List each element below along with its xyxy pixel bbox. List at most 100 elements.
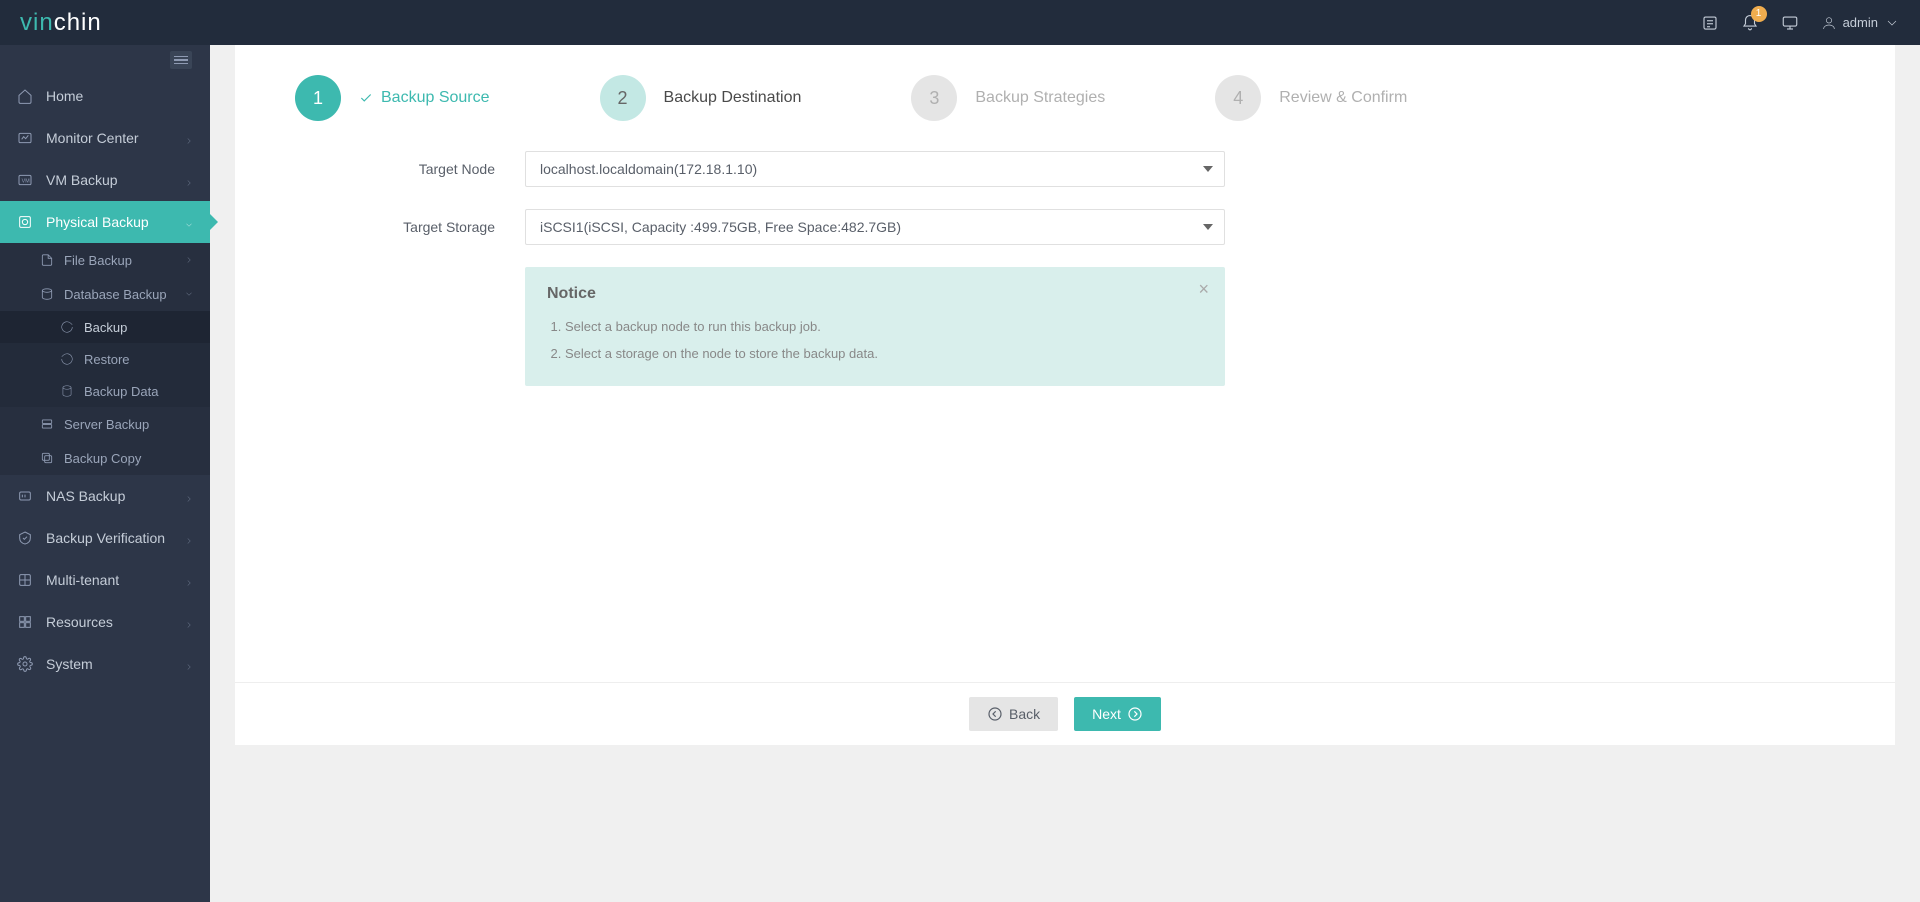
- verification-icon: [16, 529, 34, 547]
- notice-item: Select a backup node to run this backup …: [565, 315, 1203, 340]
- check-icon: [359, 91, 373, 105]
- hamburger-icon[interactable]: [170, 51, 192, 69]
- logo: vinchin: [20, 9, 102, 37]
- sidebar-label: Multi-tenant: [46, 572, 119, 588]
- target-storage-select[interactable]: iSCSI1(iSCSI, Capacity :499.75GB, Free S…: [525, 209, 1225, 245]
- close-icon[interactable]: ×: [1198, 279, 1209, 300]
- sidebar-item-db-restore[interactable]: Restore: [0, 343, 210, 375]
- server-icon: [40, 417, 54, 431]
- panel-footer: Back Next: [235, 682, 1895, 745]
- home-icon: [16, 87, 34, 105]
- target-node-label: Target Node: [295, 161, 525, 177]
- target-storage-label: Target Storage: [295, 219, 525, 235]
- wizard-step-num: 1: [295, 75, 341, 121]
- vm-icon: VM: [16, 171, 34, 189]
- wizard-step-label: Backup Destination: [664, 89, 802, 107]
- chevron-down-icon: [184, 287, 194, 302]
- sidebar-label: VM Backup: [46, 172, 118, 188]
- notice-box: × Notice Select a backup node to run thi…: [525, 267, 1225, 386]
- list-icon[interactable]: [1701, 14, 1719, 32]
- resources-icon: [16, 613, 34, 631]
- chevron-right-icon: [184, 617, 194, 627]
- restore-icon: [60, 352, 74, 366]
- sidebar-item-file-backup[interactable]: File Backup: [0, 243, 210, 277]
- main-content: 1 Backup Source 2 Backup Destination 3 B…: [210, 45, 1920, 902]
- sidebar-item-home[interactable]: Home: [0, 75, 210, 117]
- target-node-select-wrap: localhost.localdomain(172.18.1.10): [525, 151, 1225, 187]
- monitor-icon[interactable]: [1781, 14, 1799, 32]
- sidebar-item-database-backup[interactable]: Database Backup: [0, 277, 210, 311]
- chevron-right-icon: [184, 491, 194, 501]
- sidebar-label: File Backup: [64, 253, 132, 268]
- logo-part2: chin: [54, 9, 102, 37]
- target-node-select[interactable]: localhost.localdomain(172.18.1.10): [525, 151, 1225, 187]
- sidebar-label: NAS Backup: [46, 488, 125, 504]
- monitor-center-icon: [16, 129, 34, 147]
- app-header: vinchin 1 admin: [0, 0, 1920, 45]
- sidebar-item-backup-copy[interactable]: Backup Copy: [0, 441, 210, 475]
- wizard-step-4[interactable]: 4 Review & Confirm: [1215, 75, 1407, 121]
- sidebar-label: Physical Backup: [46, 214, 149, 230]
- target-storage-row: Target Storage iSCSI1(iSCSI, Capacity :4…: [295, 209, 1835, 245]
- sidebar-item-server-backup[interactable]: Server Backup: [0, 407, 210, 441]
- wizard-panel: 1 Backup Source 2 Backup Destination 3 B…: [235, 45, 1895, 745]
- sidebar-item-monitor-center[interactable]: Monitor Center: [0, 117, 210, 159]
- chevron-right-icon: [184, 133, 194, 143]
- user-menu[interactable]: admin: [1821, 15, 1900, 31]
- sidebar-label: Monitor Center: [46, 130, 139, 146]
- wizard-steps: 1 Backup Source 2 Backup Destination 3 B…: [295, 75, 1835, 121]
- sidebar-label: Home: [46, 88, 83, 104]
- svg-text:VM: VM: [22, 179, 30, 185]
- sidebar-item-nas-backup[interactable]: NAS Backup: [0, 475, 210, 517]
- sidebar-label: Resources: [46, 614, 113, 630]
- database-icon: [40, 287, 54, 301]
- sidebar-label: Backup Verification: [46, 530, 165, 546]
- target-node-row: Target Node localhost.localdomain(172.18…: [295, 151, 1835, 187]
- sidebar-item-system[interactable]: System: [0, 643, 210, 685]
- sidebar-item-physical-backup[interactable]: Physical Backup: [0, 201, 210, 243]
- back-button[interactable]: Back: [969, 697, 1058, 731]
- sidebar-item-backup-verification[interactable]: Backup Verification: [0, 517, 210, 559]
- next-button-label: Next: [1092, 706, 1121, 722]
- sidebar-label: Backup Copy: [64, 451, 141, 466]
- copy-icon: [40, 451, 54, 465]
- sidebar-label: Backup: [84, 320, 127, 335]
- chevron-right-icon: [184, 253, 194, 268]
- physical-backup-icon: [16, 213, 34, 231]
- notification-badge: 1: [1751, 6, 1767, 22]
- data-icon: [60, 384, 74, 398]
- wizard-step-2[interactable]: 2 Backup Destination: [600, 75, 802, 121]
- sidebar-item-multi-tenant[interactable]: Multi-tenant: [0, 559, 210, 601]
- wizard-step-num: 2: [600, 75, 646, 121]
- sidebar: Home Monitor Center VM VM Backup Physica…: [0, 45, 210, 902]
- wizard-step-label: Review & Confirm: [1279, 89, 1407, 107]
- next-button[interactable]: Next: [1074, 697, 1161, 731]
- bell-icon[interactable]: 1: [1741, 14, 1759, 32]
- sidebar-label: System: [46, 656, 93, 672]
- sidebar-label: Server Backup: [64, 417, 149, 432]
- user-label: admin: [1843, 15, 1878, 30]
- notice-title: Notice: [547, 285, 1203, 303]
- nas-icon: [16, 487, 34, 505]
- sidebar-label: Restore: [84, 352, 130, 367]
- wizard-step-label: Backup Strategies: [975, 89, 1105, 107]
- notice-list: Select a backup node to run this backup …: [547, 315, 1203, 366]
- multi-tenant-icon: [16, 571, 34, 589]
- chevron-right-icon: [184, 575, 194, 585]
- sidebar-label: Backup Data: [84, 384, 158, 399]
- sidebar-item-resources[interactable]: Resources: [0, 601, 210, 643]
- header-right: 1 admin: [1701, 14, 1900, 32]
- sidebar-item-vm-backup[interactable]: VM VM Backup: [0, 159, 210, 201]
- sidebar-item-db-backup-data[interactable]: Backup Data: [0, 375, 210, 407]
- back-button-label: Back: [1009, 706, 1040, 722]
- target-storage-select-wrap: iSCSI1(iSCSI, Capacity :499.75GB, Free S…: [525, 209, 1225, 245]
- wizard-step-1[interactable]: 1 Backup Source: [295, 75, 490, 121]
- chevron-right-icon: [184, 659, 194, 669]
- notice-item: Select a storage on the node to store th…: [565, 342, 1203, 367]
- chevron-right-icon: [184, 175, 194, 185]
- wizard-step-3[interactable]: 3 Backup Strategies: [911, 75, 1105, 121]
- wizard-step-label: Backup Source: [381, 89, 490, 107]
- sidebar-item-db-backup[interactable]: Backup: [0, 311, 210, 343]
- logo-part1: vin: [20, 9, 54, 37]
- refresh-icon: [60, 320, 74, 334]
